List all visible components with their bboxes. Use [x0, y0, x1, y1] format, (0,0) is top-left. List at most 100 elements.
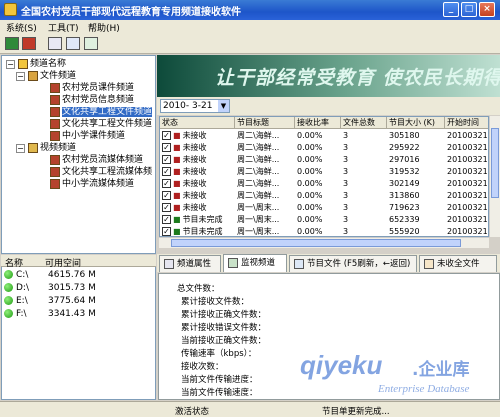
tree-item[interactable]: 中小学课件频道: [50, 130, 125, 142]
row-checkbox[interactable]: ✓: [162, 191, 171, 200]
tree-expander-root[interactable]: −: [6, 60, 15, 69]
col-start[interactable]: 开始时间: [445, 117, 488, 129]
tab-monitor-channel[interactable]: 监视频道: [223, 254, 287, 272]
calendar-icon[interactable]: [66, 37, 80, 50]
cell-files: 3: [343, 143, 349, 152]
menu-system[interactable]: 系统(S): [6, 21, 37, 34]
tab-label: 节目文件 (F5刷新，←返回): [307, 259, 411, 269]
row-checkbox[interactable]: ✓: [162, 167, 171, 176]
tree-item[interactable]: 农村党员流媒体频道: [50, 154, 143, 166]
export-icon[interactable]: [84, 37, 98, 50]
tree-item-label: 文化共享工程文件频道: [62, 119, 153, 129]
tab-incomplete-files[interactable]: 未收全文件: [419, 255, 497, 272]
status-text: 未接收: [182, 167, 207, 176]
table-row[interactable]: ✓ ■ 节目未完成 周一\周末... 0.00% 3 652339 20100321: [160, 214, 488, 226]
tree-expander-video[interactable]: −: [16, 144, 25, 153]
row-checkbox[interactable]: ✓: [162, 155, 171, 164]
window-title: 全国农村党员干部现代远程教育专用频道接收软件: [21, 7, 241, 18]
table-row[interactable]: ✓ ■ 未接收 周二\海鲜... 0.00% 3 302149 20100321: [160, 178, 488, 190]
table-vertical-scrollbar[interactable]: [489, 116, 500, 237]
stop-receive-icon[interactable]: [22, 37, 36, 50]
tree-group-file[interactable]: 文件频道: [28, 70, 76, 82]
menu-help[interactable]: 帮助(H): [88, 21, 120, 34]
row-checkbox[interactable]: ✓: [162, 131, 171, 140]
tree-expander-file[interactable]: −: [16, 72, 25, 81]
col-ratio[interactable]: 接收比率: [295, 117, 341, 129]
chevron-down-icon[interactable]: ▼: [218, 100, 229, 112]
tree-item[interactable]: 中小学流媒体频道: [50, 178, 134, 190]
table-row[interactable]: ✓ ■ 未接收 周二\海鲜... 0.00% 3 305180 20100321: [160, 130, 488, 142]
drive-row[interactable]: E:\ 3775.64 M: [4, 295, 154, 307]
table-horizontal-scrollbar[interactable]: [159, 237, 489, 248]
row-checkbox[interactable]: ✓: [162, 179, 171, 188]
channel-icon: [50, 106, 60, 117]
tab-channel-properties[interactable]: 频道属性: [159, 255, 221, 272]
grid-view-icon[interactable]: [48, 37, 62, 50]
video-folder-icon: [28, 142, 38, 153]
drive-name: F:\: [16, 309, 27, 319]
close-button[interactable]: ×: [479, 2, 495, 17]
cell-files: 3: [343, 167, 349, 176]
cell-status: ✓ ■ 未接收: [160, 178, 235, 190]
table-row[interactable]: ✓ ■ 未接收 周一\周末... 0.00% 3 719623 20100321: [160, 202, 488, 214]
col-files[interactable]: 文件总数: [341, 117, 387, 129]
cell-title: 周二\海鲜...: [237, 143, 280, 152]
cell-start: 20100321: [447, 131, 488, 140]
row-checkbox[interactable]: ✓: [162, 203, 171, 212]
row-checkbox[interactable]: ✓: [162, 143, 171, 152]
table-row[interactable]: ✓ ■ 节目未完成 周一\周末... 0.00% 3 555920 20100321: [160, 226, 488, 236]
date-select[interactable]: 2010- 3-21 ▼: [160, 99, 230, 113]
start-receive-icon[interactable]: [5, 37, 19, 50]
tree-item[interactable]: 农村党员课件频道: [50, 82, 134, 94]
tree-item-label: 农村党员流媒体频道: [62, 155, 144, 165]
maximize-button[interactable]: □: [461, 2, 477, 17]
status-icon: ■: [173, 155, 181, 164]
tab-label: 监视频道: [241, 258, 276, 268]
col-title[interactable]: 节目标题: [235, 117, 295, 129]
cell-title: 周二\海鲜...: [237, 179, 280, 188]
row-checkbox[interactable]: ✓: [162, 227, 171, 236]
menu-bar: 系统(S) 工具(T) 帮助(H): [0, 20, 500, 34]
status-icon: ■: [173, 131, 181, 140]
drive-col-space[interactable]: 可用空间: [45, 256, 81, 269]
tree-item[interactable]: 文化共享工程流媒体频: [50, 166, 152, 178]
drive-row[interactable]: C:\ 4615.76 M: [4, 269, 154, 281]
tree-group-video[interactable]: 视频频道: [28, 142, 76, 154]
tree-item-label: 文化共享工程流媒体频: [62, 167, 153, 177]
status-text: 未接收: [182, 143, 207, 152]
program-table: 状态 节目标题 接收比率 文件总数 节目大小 (K) 开始时间 ✓ ■ 未接收 周二\…: [159, 116, 489, 237]
cell-files: 3: [343, 155, 349, 164]
table-row[interactable]: ✓ ■ 未接收 周二\海鲜... 0.00% 3 319532 20100321: [160, 166, 488, 178]
cell-ratio: 0.00%: [297, 179, 323, 188]
cell-files: 3: [343, 203, 349, 212]
table-row[interactable]: ✓ ■ 未接收 周二\海鲜... 0.00% 3 295922 20100321: [160, 142, 488, 154]
table-row[interactable]: ✓ ■ 未接收 周二\海鲜... 0.00% 3 313860 20100321: [160, 190, 488, 202]
minimize-button[interactable]: _: [443, 2, 459, 17]
tab-program-files[interactable]: 节目文件 (F5刷新，←返回): [289, 255, 417, 272]
folder-icon: [28, 70, 38, 81]
cell-ratio: 0.00%: [297, 143, 323, 152]
scrollbar-thumb[interactable]: [491, 128, 499, 198]
channel-icon: [50, 94, 60, 105]
cell-start: 20100321: [447, 215, 488, 224]
cell-status: ✓ ■ 未接收: [160, 154, 235, 166]
tree-item-selected[interactable]: 文化共享工程文件频道: [50, 106, 153, 118]
menu-tools[interactable]: 工具(T): [48, 21, 79, 34]
cell-ratio: 0.00%: [297, 227, 323, 236]
drive-row[interactable]: F:\ 3341.43 M: [4, 308, 154, 320]
table-row[interactable]: ✓ ■ 未接收 周二\海鲜... 0.00% 3 297016 20100321: [160, 154, 488, 166]
cell-size: 652339: [389, 215, 420, 224]
scrollbar-thumb[interactable]: [171, 239, 461, 247]
tree-item[interactable]: 农村党员信息频道: [50, 94, 134, 106]
tree-item[interactable]: 文化共享工程文件频道: [50, 118, 152, 130]
drive-col-name[interactable]: 名称: [5, 256, 23, 269]
col-status[interactable]: 状态: [160, 117, 235, 129]
tree-root[interactable]: 频道名称: [18, 58, 66, 70]
cell-size: 305180: [389, 131, 420, 140]
title-bar: 全国农村党员干部现代远程教育专用频道接收软件 _ □ ×: [0, 0, 500, 20]
tree-item-label: 农村党员课件频道: [62, 83, 135, 93]
drive-row[interactable]: D:\ 3015.73 M: [4, 282, 154, 294]
row-checkbox[interactable]: ✓: [162, 215, 171, 224]
col-size[interactable]: 节目大小 (K): [387, 117, 445, 129]
cell-status: ✓ ■ 未接收: [160, 130, 235, 142]
